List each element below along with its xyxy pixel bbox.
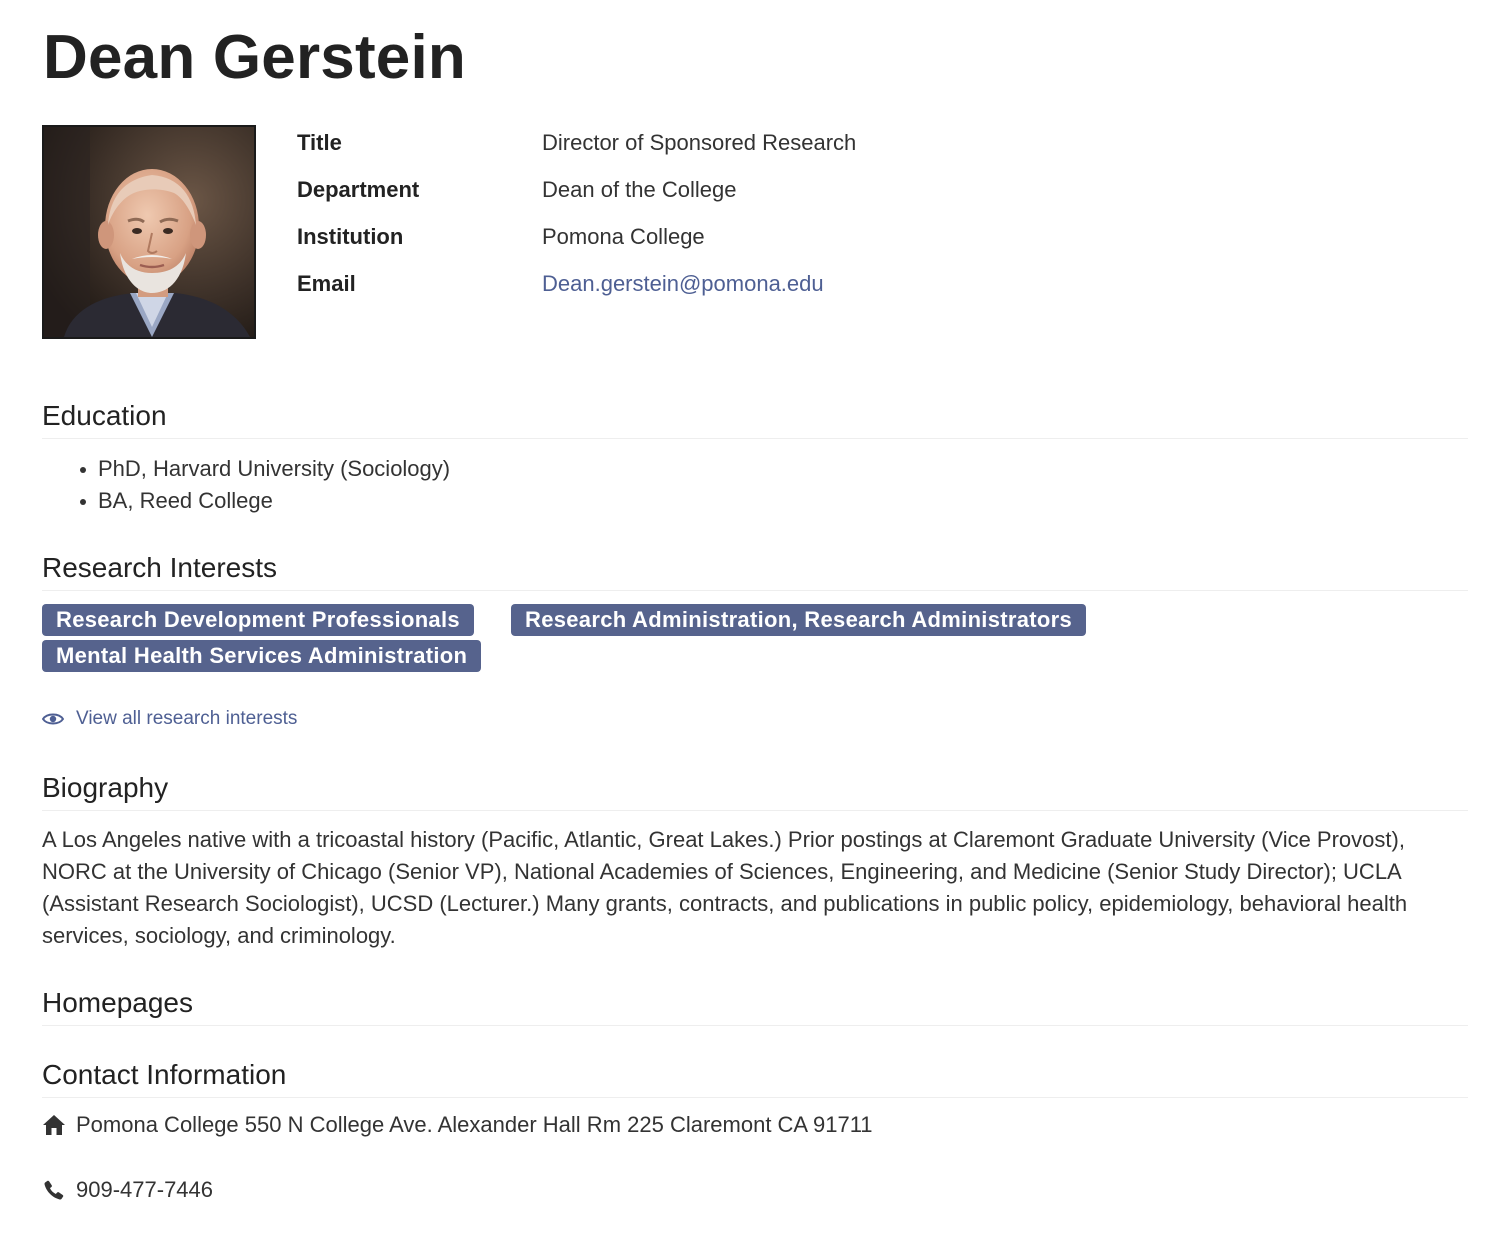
profile-photo bbox=[42, 125, 256, 339]
contact-address: Pomona College 550 N College Ave. Alexan… bbox=[42, 1112, 873, 1138]
view-all-label: View all research interests bbox=[76, 708, 298, 729]
research-tag[interactable]: Research Administration, Research Admini… bbox=[511, 604, 1087, 636]
biography-text: A Los Angeles native with a tricoastal h… bbox=[42, 827, 1408, 948]
department-label: Department bbox=[297, 177, 420, 202]
education-heading: Education bbox=[42, 400, 1468, 439]
email-link[interactable]: Dean.gerstein@pomona.edu bbox=[542, 271, 824, 297]
education-list: PhD, Harvard University (Sociology) BA, … bbox=[78, 454, 450, 518]
biography-heading: Biography bbox=[42, 772, 1468, 811]
phone-text: 909-477-7446 bbox=[76, 1177, 214, 1202]
email-label: Email bbox=[297, 271, 356, 296]
title-value: Director of Sponsored Research bbox=[542, 130, 857, 155]
education-item: PhD, Harvard University (Sociology) bbox=[79, 454, 450, 486]
home-icon bbox=[43, 1115, 65, 1135]
research-tag[interactable]: Mental Health Services Administration bbox=[42, 640, 482, 672]
department-value: Dean of the College bbox=[542, 177, 737, 202]
eye-icon bbox=[42, 713, 64, 725]
research-tag[interactable]: Research Development Professionals bbox=[42, 604, 474, 636]
view-all-research-interests-link[interactable]: View all research interests bbox=[42, 708, 297, 730]
profile-name: Dean Gerstein bbox=[43, 23, 466, 92]
address-text: Pomona College 550 N College Ave. Alexan… bbox=[76, 1112, 873, 1137]
profile-page: Dean Gerstein Title Director of Sponsore… bbox=[42, 0, 1468, 1233]
homepages-heading: Homepages bbox=[42, 987, 1468, 1026]
phone-icon bbox=[44, 1180, 64, 1200]
institution-value: Pomona College bbox=[542, 224, 705, 249]
contact-phone: 909-477-7446 bbox=[42, 1177, 213, 1203]
title-label: Title bbox=[297, 130, 342, 155]
institution-label: Institution bbox=[297, 224, 404, 249]
contact-information-heading: Contact Information bbox=[42, 1059, 1468, 1098]
education-item: BA, Reed College bbox=[79, 486, 450, 518]
research-interests-heading: Research Interests bbox=[42, 552, 1468, 591]
